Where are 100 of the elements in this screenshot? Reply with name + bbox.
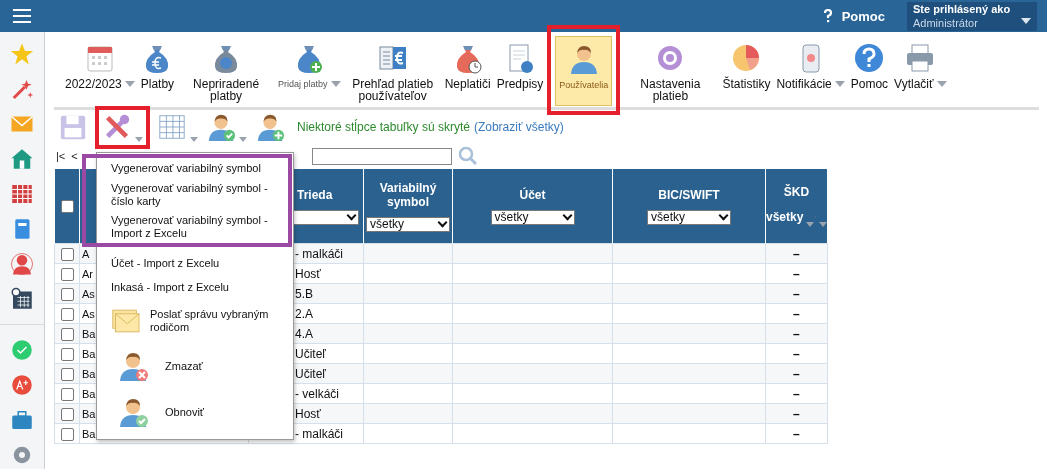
toolbar-button[interactable]: Neplatiči bbox=[441, 38, 494, 94]
table-cell-text: Ba bbox=[81, 327, 96, 340]
column-header: Trieda bbox=[297, 187, 333, 202]
table-cell-text: Ba bbox=[81, 407, 96, 420]
search-field[interactable] bbox=[311, 147, 452, 165]
caret-icon bbox=[190, 137, 198, 142]
check-circle-icon[interactable] bbox=[10, 338, 34, 362]
help-icon bbox=[822, 9, 833, 23]
magic-wand-icon[interactable] bbox=[10, 77, 34, 101]
table-cell-text: – bbox=[791, 406, 801, 421]
column-header: BIC/SWIFT bbox=[657, 187, 721, 202]
toolbar-button[interactable]: Pridaj platby bbox=[275, 38, 344, 94]
table-cell-text: Hosť bbox=[294, 266, 321, 281]
table-cell-text: Ba bbox=[81, 387, 96, 400]
row-checkbox[interactable] bbox=[60, 247, 74, 261]
table-cell-text: 4.A bbox=[294, 326, 313, 341]
row-checkbox[interactable] bbox=[60, 367, 74, 381]
toolbar-button[interactable]: Vytlačiť bbox=[891, 38, 950, 94]
schedule-icon[interactable] bbox=[10, 287, 34, 311]
filter-dropdown[interactable]: všetky bbox=[766, 210, 804, 224]
help-link[interactable]: Pomoc bbox=[822, 8, 885, 24]
table-cell-text: A bbox=[81, 247, 90, 260]
column-header: Účet bbox=[518, 187, 547, 202]
filter-dropdown[interactable]: všetky bbox=[366, 216, 450, 232]
table-cell-text: - malkáči bbox=[294, 426, 343, 441]
caret-icon bbox=[135, 137, 143, 142]
row-checkbox[interactable] bbox=[60, 307, 74, 321]
row-checkbox[interactable] bbox=[60, 427, 74, 441]
grid-icon[interactable] bbox=[10, 182, 34, 206]
menu-icon[interactable] bbox=[13, 9, 31, 23]
table-cell-text: - malkáči bbox=[294, 246, 343, 261]
hidden-columns-notice: Niektoré stĺpce tabuľky sú skryté bbox=[297, 120, 470, 134]
table-cell-text: – bbox=[791, 286, 801, 301]
grade-icon[interactable] bbox=[10, 373, 34, 397]
toolbar-button[interactable]: Nastavenia platieb bbox=[621, 38, 720, 106]
menu-item[interactable]: Účet - Import z Excelu bbox=[97, 251, 287, 275]
row-checkbox[interactable] bbox=[60, 327, 74, 341]
toolbar-button[interactable]: Nepriradené platby bbox=[177, 38, 276, 106]
table-cell-text: Ba bbox=[81, 427, 96, 440]
person-icon[interactable] bbox=[10, 252, 34, 276]
login-label: Ste prihlásený ako bbox=[913, 2, 1012, 15]
filter-dropdown[interactable]: všetky bbox=[490, 209, 575, 225]
row-checkbox[interactable] bbox=[60, 387, 74, 401]
row-checkbox[interactable] bbox=[60, 407, 74, 421]
show-all-link[interactable]: (Zobraziť všetky) bbox=[473, 120, 564, 134]
table-cell-text: Ba bbox=[81, 367, 96, 380]
table-cell-text: – bbox=[791, 346, 801, 361]
table-cell-text: Hosť bbox=[294, 406, 321, 421]
table-cell-text: Učiteľ bbox=[294, 346, 326, 361]
menu-item[interactable]: Zmazať bbox=[97, 343, 287, 389]
help-icon bbox=[853, 42, 886, 74]
menu-item[interactable]: Vygenerovať variabilný symbol - číslo karty bbox=[97, 179, 287, 211]
filter-dropdown[interactable]: všetky bbox=[647, 209, 731, 225]
table-cell-text: – bbox=[791, 386, 801, 401]
toolbar-button[interactable]: 2022/2023 bbox=[62, 38, 138, 94]
user-delete-icon bbox=[117, 350, 149, 382]
table-cell-text: Učiteľ bbox=[294, 366, 326, 381]
first-page-link[interactable]: |< bbox=[56, 150, 66, 162]
filter-dropdown[interactable] bbox=[293, 209, 359, 225]
user-check-icon[interactable] bbox=[206, 112, 236, 142]
user-add-icon[interactable] bbox=[255, 112, 285, 142]
toolbar-button[interactable]: Používatelia bbox=[555, 36, 613, 106]
user-name: Administrátor bbox=[913, 16, 979, 29]
user-check-icon bbox=[117, 396, 149, 428]
table-cell-text: Ba bbox=[81, 347, 96, 360]
table-cell-text: 5.B bbox=[294, 286, 313, 301]
star-icon[interactable] bbox=[10, 42, 34, 66]
row-checkbox[interactable] bbox=[60, 347, 74, 361]
previous-page-link[interactable]: < bbox=[71, 150, 78, 162]
toolbar-button[interactable]: Štatistiky bbox=[719, 38, 774, 94]
menu-item[interactable]: Poslať správu vybraným rodičom bbox=[97, 299, 287, 343]
toolbar-button[interactable]: Notifikácie bbox=[773, 38, 848, 94]
table-cell-text: As bbox=[81, 287, 95, 300]
toolbar-button[interactable]: Pomoc bbox=[847, 38, 892, 94]
menu-item[interactable]: Inkasá - Import z Excelu bbox=[97, 275, 287, 299]
table-cell-text: As bbox=[81, 307, 95, 320]
grid-icon[interactable] bbox=[157, 112, 187, 142]
select-all-checkbox[interactable] bbox=[60, 200, 74, 214]
briefcase-icon[interactable] bbox=[10, 408, 34, 432]
caret-icon bbox=[239, 137, 247, 142]
toolbar-button[interactable]: Predpisy bbox=[493, 38, 547, 94]
table-cell-text: - velkáči bbox=[294, 386, 339, 401]
toolbar-button[interactable]: Platby bbox=[137, 38, 178, 94]
column-header: ŠKD bbox=[782, 185, 811, 199]
table-cell-text: – bbox=[791, 326, 801, 341]
caret-icon bbox=[1021, 17, 1031, 24]
row-checkbox[interactable] bbox=[60, 287, 74, 301]
table-cell-text: – bbox=[791, 306, 801, 321]
menu-item[interactable]: Obnoviť bbox=[97, 389, 287, 435]
toolbar-button[interactable]: Prehľad platieb používateľov bbox=[343, 38, 442, 106]
table-cell-text: Ar bbox=[81, 267, 93, 280]
table-cell-text: – bbox=[791, 246, 801, 261]
row-checkbox[interactable] bbox=[60, 267, 74, 281]
menu-item[interactable]: Vygenerovať variabilný symbol bbox=[97, 158, 287, 179]
user-dropdown[interactable]: Ste prihlásený ako Administrátor bbox=[907, 1, 1037, 31]
menu-item[interactable]: Vygenerovať variabilný symbol - Import z Excelu bbox=[97, 211, 287, 243]
table-cell-text: – bbox=[791, 366, 801, 381]
column-header: Variabilný symbol bbox=[378, 180, 438, 209]
table-cell-text: – bbox=[791, 426, 801, 441]
home-icon[interactable] bbox=[10, 147, 34, 171]
